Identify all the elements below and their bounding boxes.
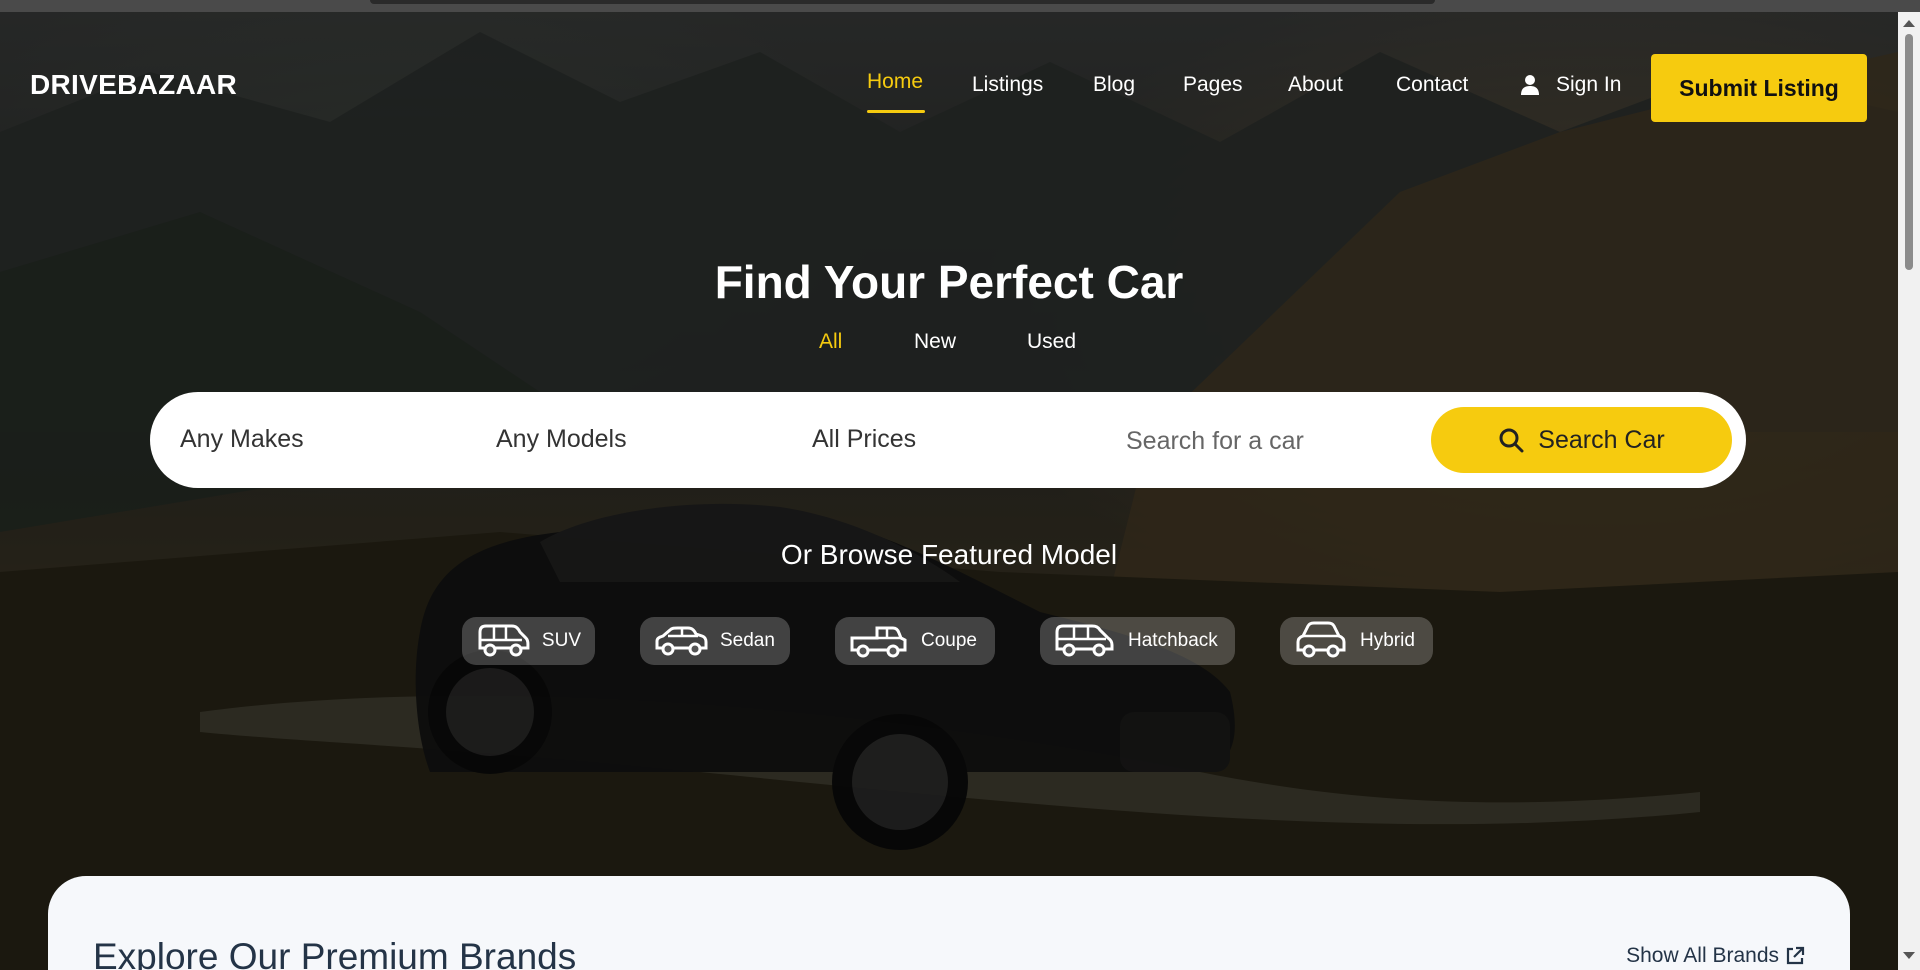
search-car-button[interactable]: Search Car bbox=[1431, 407, 1732, 473]
nav-active-indicator bbox=[867, 110, 925, 113]
brands-section: Explore Our Premium Brands Show All Bran… bbox=[48, 876, 1850, 970]
nav-home[interactable]: Home bbox=[867, 70, 923, 94]
nav-contact[interactable]: Contact bbox=[1396, 73, 1468, 97]
nav-pages[interactable]: Pages bbox=[1183, 73, 1243, 97]
tab-used[interactable]: Used bbox=[1027, 330, 1076, 354]
submit-listing-button[interactable]: Submit Listing bbox=[1651, 54, 1867, 122]
search-car-label: Search Car bbox=[1538, 425, 1665, 454]
suv-icon bbox=[478, 624, 530, 657]
chip-coupe[interactable]: Coupe bbox=[835, 617, 995, 665]
search-icon bbox=[1499, 428, 1524, 453]
browse-title: Or Browse Featured Model bbox=[780, 539, 1118, 570]
model-select[interactable]: Any Models bbox=[496, 425, 627, 454]
nav-blog[interactable]: Blog bbox=[1093, 73, 1135, 97]
chip-sedan[interactable]: Sedan bbox=[640, 617, 790, 665]
nav-listings[interactable]: Listings bbox=[972, 73, 1043, 97]
window-grip bbox=[370, 0, 1435, 4]
chip-hatchback-label: Hatchback bbox=[1128, 630, 1218, 651]
car-search-input[interactable] bbox=[1124, 418, 1398, 464]
show-all-brands-link[interactable]: Show All Brands bbox=[1626, 944, 1805, 968]
browser-top-strip bbox=[0, 0, 1920, 12]
hero-background-image bbox=[0, 12, 1898, 970]
brands-title: Explore Our Premium Brands bbox=[93, 936, 577, 970]
hatchback-icon bbox=[1055, 624, 1114, 657]
price-select[interactable]: All Prices bbox=[812, 425, 916, 454]
chip-sedan-label: Sedan bbox=[720, 630, 775, 651]
site-logo[interactable]: DRIVEBAZAAR bbox=[30, 69, 237, 101]
chip-hybrid-label: Hybrid bbox=[1360, 630, 1415, 651]
chip-coupe-label: Coupe bbox=[921, 630, 977, 651]
chip-suv-label: SUV bbox=[541, 630, 581, 651]
user-icon bbox=[1521, 75, 1539, 95]
tab-new[interactable]: New bbox=[914, 330, 956, 354]
chip-suv[interactable]: SUV bbox=[462, 617, 595, 665]
scroll-down-arrow-icon[interactable] bbox=[1903, 952, 1915, 959]
sedan-icon bbox=[655, 626, 708, 656]
sign-in-link[interactable]: Sign In bbox=[1520, 73, 1621, 97]
hero-section: DRIVEBAZAAR Home Listings Blog Pages Abo… bbox=[0, 12, 1898, 970]
sign-in-label: Sign In bbox=[1556, 73, 1622, 96]
pickup-icon bbox=[850, 626, 907, 658]
search-bar: Any Makes Any Models All Prices Search C… bbox=[150, 392, 1746, 488]
chip-hatchback[interactable]: Hatchback bbox=[1040, 617, 1235, 665]
make-select[interactable]: Any Makes bbox=[180, 425, 304, 454]
external-link-icon bbox=[1786, 946, 1805, 965]
tab-all[interactable]: All bbox=[819, 330, 842, 354]
show-all-brands-label: Show All Brands bbox=[1626, 944, 1779, 967]
nav-about[interactable]: About bbox=[1288, 73, 1343, 97]
hybrid-car-icon bbox=[1296, 621, 1346, 658]
scroll-thumb[interactable] bbox=[1905, 34, 1913, 270]
scroll-up-arrow-icon[interactable] bbox=[1903, 20, 1915, 27]
page-scrollbar[interactable] bbox=[1898, 12, 1920, 970]
hero-title: Find Your Perfect Car bbox=[714, 256, 1184, 308]
chip-hybrid[interactable]: Hybrid bbox=[1280, 617, 1433, 665]
